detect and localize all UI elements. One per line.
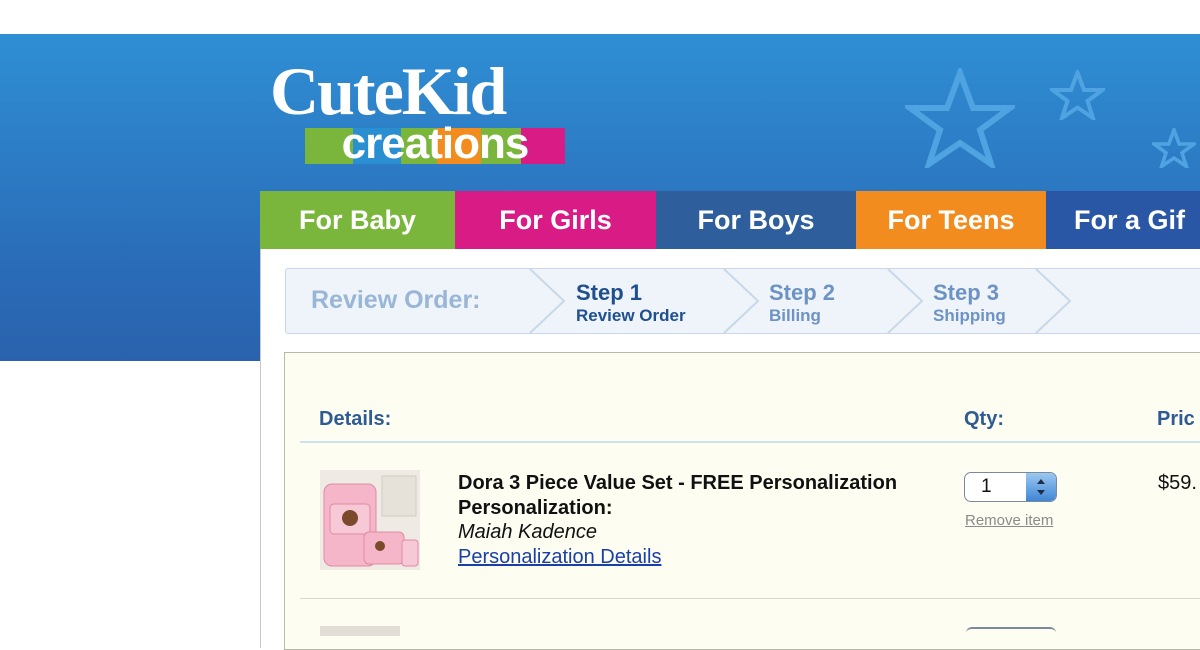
steps-title: Review Order: — [311, 286, 481, 314]
nav-for-teens[interactable]: For Teens — [856, 191, 1046, 249]
step-3-label: Shipping — [933, 306, 1006, 325]
product-thumbnail[interactable] — [320, 470, 420, 570]
header-divider — [300, 441, 1200, 443]
nav-for-baby[interactable]: For Baby — [260, 191, 455, 249]
nav-for-boys[interactable]: For Boys — [656, 191, 856, 249]
nav-label: For a Gif — [1074, 204, 1186, 235]
personalization-details-link[interactable]: Personalization Details — [458, 546, 661, 569]
item-price: $59. — [1158, 472, 1197, 494]
step-2-label: Billing — [769, 306, 821, 325]
star-icon — [905, 68, 1015, 168]
product-title: Dora 3 Piece Value Set - FREE Personaliz… — [458, 472, 898, 494]
nav-label: For Baby — [298, 204, 417, 235]
personalization-label: Personalization: — [458, 497, 613, 519]
next-item-thumbnail — [320, 626, 400, 636]
main-nav: For Baby For Girls For Boys For Teens Fo… — [260, 191, 1200, 249]
star-icon — [1152, 128, 1196, 168]
star-icon — [1050, 70, 1105, 120]
row-divider — [300, 598, 1200, 599]
next-item-quantity-select[interactable] — [966, 627, 1056, 639]
header-details: Details: — [319, 408, 392, 430]
header-qty: Qty: — [964, 408, 1004, 430]
remove-item-link[interactable]: Remove item — [965, 512, 1053, 529]
step-2-number[interactable]: Step 2 — [769, 280, 835, 306]
stepper-arrows-icon[interactable] — [1026, 473, 1056, 501]
nav-label: For Girls — [499, 204, 612, 235]
step-3-number[interactable]: Step 3 — [933, 280, 999, 306]
quantity-select[interactable]: 1 — [964, 472, 1057, 502]
chevron-right-icon — [1035, 269, 1072, 333]
nav-label: For Teens — [887, 204, 1015, 235]
chevron-right-icon — [887, 269, 924, 333]
logo-creations: creations — [341, 119, 530, 168]
step-1-number[interactable]: Step 1 — [576, 280, 642, 306]
chevron-right-icon — [529, 269, 566, 333]
quantity-value: 1 — [981, 476, 992, 497]
cart-table — [284, 352, 1200, 650]
nav-for-a-gift[interactable]: For a Gif — [1046, 191, 1200, 249]
nav-label: For Boys — [697, 204, 815, 235]
nav-for-girls[interactable]: For Girls — [455, 191, 656, 249]
header-price: Pric — [1157, 408, 1195, 430]
step-1-label: Review Order — [576, 306, 686, 325]
backpack-set-image — [320, 470, 420, 570]
chevron-right-icon — [723, 269, 760, 333]
personalization-name: Maiah Kadence — [458, 521, 597, 543]
